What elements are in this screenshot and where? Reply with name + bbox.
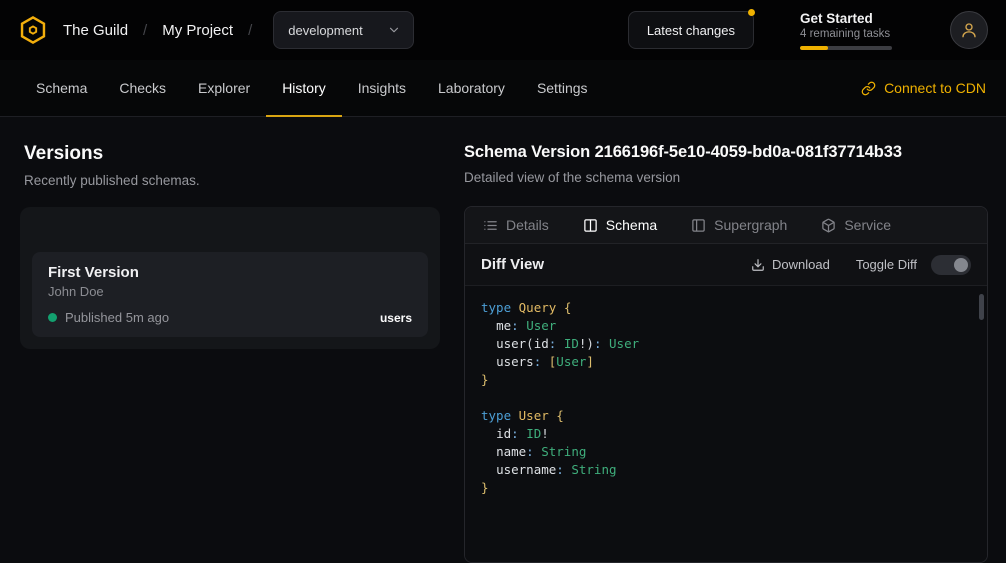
get-started-tasks: 4 remaining tasks — [800, 28, 904, 40]
latest-changes-label: Latest changes — [647, 23, 735, 38]
tab-explorer[interactable]: Explorer — [182, 60, 266, 116]
code-block: type Query { me: User user(id: ID!): Use… — [465, 286, 987, 510]
tab-service-label: Service — [844, 217, 891, 233]
breadcrumb: The Guild / My Project / development — [18, 11, 414, 49]
primary-nav: Schema Checks Explorer History Insights … — [0, 60, 1006, 117]
diff-view-header: Diff View Download Toggle Diff — [465, 244, 987, 286]
version-meta: Published 5m ago users — [48, 310, 412, 325]
code-scrollbar-thumb[interactable] — [979, 294, 984, 320]
version-service-badge: users — [380, 311, 412, 325]
link-icon — [861, 81, 876, 96]
code-viewer: type Query { me: User user(id: ID!): Use… — [465, 286, 987, 562]
tab-history[interactable]: History — [266, 60, 342, 116]
tab-history-label: History — [282, 80, 326, 96]
download-button[interactable]: Download — [751, 257, 830, 272]
tab-supergraph-label: Supergraph — [714, 217, 787, 233]
notification-dot-icon — [748, 9, 755, 16]
tab-settings[interactable]: Settings — [521, 60, 604, 116]
version-author: John Doe — [48, 284, 412, 299]
avatar[interactable] — [950, 11, 988, 49]
published-status-dot-icon — [48, 313, 57, 322]
version-list-item[interactable]: First Version John Doe Published 5m ago … — [32, 252, 428, 337]
tab-explorer-label: Explorer — [198, 80, 250, 96]
tab-service-view[interactable]: Service — [821, 217, 891, 233]
breadcrumb-separator: / — [248, 22, 252, 39]
schema-version-subtitle: Detailed view of the schema version — [464, 170, 988, 185]
tab-checks[interactable]: Checks — [103, 60, 182, 116]
tab-details-view[interactable]: Details — [483, 217, 549, 233]
topbar-right: Latest changes Get Started 4 remaining t… — [628, 11, 988, 50]
list-icon — [483, 218, 498, 233]
tab-schema-view-label: Schema — [606, 217, 657, 233]
main-content: Versions Recently published schemas. Fir… — [0, 117, 1006, 563]
version-status: Published 5m ago — [65, 310, 169, 325]
schema-version-column: Schema Version 2166196f-5e10-4059-bd0a-0… — [440, 117, 1006, 563]
breadcrumb-project[interactable]: My Project — [162, 22, 233, 39]
environment-selector[interactable]: development — [273, 11, 413, 49]
download-label: Download — [772, 257, 830, 272]
toggle-diff-label: Toggle Diff — [856, 257, 917, 272]
version-name: First Version — [48, 264, 412, 281]
topbar: The Guild / My Project / development Lat… — [0, 0, 1006, 60]
detail-tabs: Details Schema Supergraph — [465, 207, 987, 244]
tab-schema[interactable]: Schema — [20, 60, 103, 116]
tab-details-label: Details — [506, 217, 549, 233]
toggle-knob — [954, 258, 968, 272]
connect-cdn-label: Connect to CDN — [884, 80, 986, 96]
get-started-widget[interactable]: Get Started 4 remaining tasks — [800, 11, 904, 50]
get-started-title: Get Started — [800, 11, 904, 26]
diff-view-actions: Download Toggle Diff — [751, 255, 971, 275]
tab-supergraph-view[interactable]: Supergraph — [691, 217, 787, 233]
breadcrumb-org[interactable]: The Guild — [63, 22, 128, 39]
environment-selector-value: development — [288, 23, 362, 38]
breadcrumb-separator: / — [143, 22, 147, 39]
connect-cdn-link[interactable]: Connect to CDN — [861, 60, 986, 116]
diff-view-title: Diff View — [481, 256, 544, 273]
get-started-progress-fill — [800, 46, 828, 50]
tab-schema-view[interactable]: Schema — [583, 217, 657, 233]
get-started-progressbar — [800, 46, 892, 50]
chevron-down-icon — [387, 23, 401, 37]
hive-logo-icon[interactable] — [18, 15, 48, 45]
versions-column: Versions Recently published schemas. Fir… — [0, 117, 440, 563]
download-icon — [751, 258, 765, 272]
versions-card: First Version John Doe Published 5m ago … — [20, 207, 440, 349]
schema-version-title: Schema Version 2166196f-5e10-4059-bd0a-0… — [464, 143, 988, 162]
tab-checks-label: Checks — [119, 80, 166, 96]
versions-subtitle: Recently published schemas. — [24, 173, 440, 188]
tab-laboratory-label: Laboratory — [438, 80, 505, 96]
columns-icon — [583, 218, 598, 233]
tab-laboratory[interactable]: Laboratory — [422, 60, 521, 116]
versions-title: Versions — [24, 143, 440, 165]
latest-changes-button[interactable]: Latest changes — [628, 11, 754, 49]
toggle-diff-switch[interactable] — [931, 255, 971, 275]
tab-insights-label: Insights — [358, 80, 406, 96]
box-icon — [821, 218, 836, 233]
schema-version-panel: Details Schema Supergraph — [464, 206, 988, 563]
user-icon — [960, 21, 978, 39]
tab-insights[interactable]: Insights — [342, 60, 422, 116]
tab-schema-label: Schema — [36, 80, 87, 96]
layout-icon — [691, 218, 706, 233]
tab-settings-label: Settings — [537, 80, 588, 96]
